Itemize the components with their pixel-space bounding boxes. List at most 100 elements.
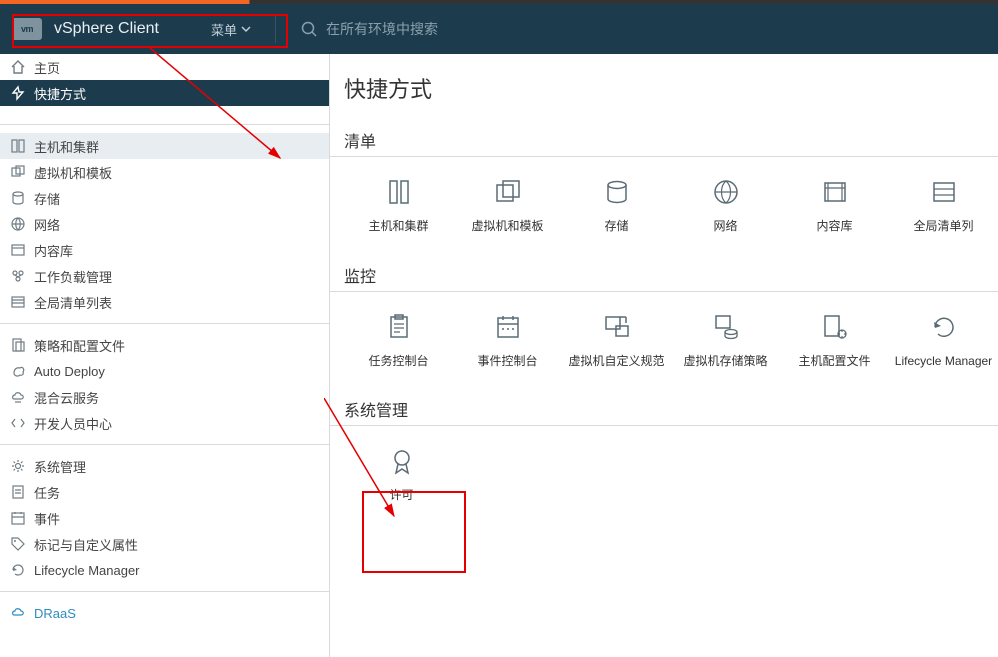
sidebar-item-hybrid[interactable]: 混合云服务 [0,384,329,410]
sidebar-item-vms[interactable]: 虚拟机和模板 [0,159,329,185]
sidebar-item-sysadmin[interactable]: 系统管理 [0,453,329,479]
sidebar-label: 混合云服务 [34,388,99,407]
search-area[interactable]: 在所有环境中搜索 [300,19,438,39]
tile-label: 虚拟机和模板 [471,219,543,235]
sidebar-item-draas[interactable]: DRaaS [0,600,329,626]
contentlib-icon [10,242,26,258]
sidebar-item-policies[interactable]: 策略和配置文件 [0,332,329,358]
main-content: 快捷方式 清单 主机和集群 虚拟机和模板 存储 网络 内容库 [330,54,998,657]
tile-label: 全局清单列 [913,219,973,235]
sidebar-label: Auto Deploy [34,364,105,379]
sidebar-item-network[interactable]: 网络 [0,211,329,237]
sidebar-item-contentlib[interactable]: 内容库 [0,237,329,263]
sidebar-item-lifecycle[interactable]: Lifecycle Manager [0,557,329,583]
tile-label: 主机配置文件 [798,354,870,370]
menu-label: 菜单 [211,20,237,39]
sidebar-label: 系统管理 [34,457,86,476]
tile-lifecycle[interactable]: Lifecycle Manager [889,310,998,370]
tile-taskconsole[interactable]: 任务控制台 [344,310,453,370]
draas-icon [10,605,26,621]
tile-storage[interactable]: 存储 [562,175,671,235]
sidebar-item-autodeploy[interactable]: Auto Deploy [0,358,329,384]
vms-icon [10,164,26,180]
vms-icon [491,175,525,209]
sidebar-item-hosts[interactable]: 主机和集群 [0,133,329,159]
sidebar-label: 全局清单列表 [34,293,112,312]
tag-icon [10,536,26,552]
workload-icon [10,268,26,284]
search-icon [300,20,318,38]
sidebar-item-storage[interactable]: 存储 [0,185,329,211]
sidebar-label: 事件 [34,509,60,528]
policies-icon [10,337,26,353]
tile-label: Lifecycle Manager [895,354,992,370]
sidebar-label: 快捷方式 [34,84,86,103]
tile-hosts[interactable]: 主机和集群 [344,175,453,235]
gear-icon [10,458,26,474]
sidebar-label: 网络 [34,215,60,234]
tile-label: 事件控制台 [477,354,537,370]
sidebar-item-events[interactable]: 事件 [0,505,329,531]
section-inventory: 清单 [330,122,998,157]
sidebar-label: 工作负载管理 [34,267,112,286]
autodeploy-icon [10,363,26,379]
brand-area[interactable]: vm vSphere Client [0,4,171,54]
section-monitor: 监控 [330,257,998,292]
hosts-icon [10,138,26,154]
sidebar-label: 开发人员中心 [34,414,112,433]
clipboard-icon [382,310,416,344]
tile-label: 虚拟机自定义规范 [568,354,664,370]
app-title: vSphere Client [54,20,159,38]
sidebar-label: 虚拟机和模板 [34,163,112,182]
hybrid-icon [10,389,26,405]
tile-vmcustom[interactable]: 虚拟机自定义规范 [562,310,671,370]
sidebar-item-workload[interactable]: 工作负载管理 [0,263,329,289]
tile-globallists[interactable]: 全局清单列 [889,175,998,235]
sidebar-label: DRaaS [34,606,76,621]
menu-dropdown[interactable]: 菜单 [211,20,251,39]
license-icon [385,444,419,478]
tile-contentlib[interactable]: 内容库 [780,175,889,235]
tile-vms[interactable]: 虚拟机和模板 [453,175,562,235]
tile-label: 许可 [389,488,413,504]
sidebar-label: 任务 [34,483,60,502]
sidebar-item-tasks[interactable]: 任务 [0,479,329,505]
inventory-tiles: 主机和集群 虚拟机和模板 存储 网络 内容库 全局清单列 [330,157,998,257]
code-icon [10,415,26,431]
calendar-icon [491,310,525,344]
lifecycle-icon [10,562,26,578]
tile-label: 存储 [604,219,628,235]
header: vm vSphere Client 菜单 在所有环境中搜索 [0,4,998,54]
page-title: 快捷方式 [330,54,998,122]
sidebar-label: 主机和集群 [34,137,99,156]
sidebar-label: 策略和配置文件 [34,336,125,355]
sidebar-item-globallists[interactable]: 全局清单列表 [0,289,329,315]
tile-label: 主机和集群 [368,219,428,235]
sidebar-item-tags[interactable]: 标记与自定义属性 [0,531,329,557]
sidebar-item-devcenter[interactable]: 开发人员中心 [0,410,329,436]
tile-eventconsole[interactable]: 事件控制台 [453,310,562,370]
sidebar-label: 标记与自定义属性 [34,535,138,554]
tile-label: 网络 [713,219,737,235]
tile-vmstorage[interactable]: 虚拟机存储策略 [671,310,780,370]
sidebar: 主页 快捷方式 主机和集群 虚拟机和模板 存储 网络 内容库 [0,54,330,657]
sidebar-label: 存储 [34,189,60,208]
tile-label: 任务控制台 [368,354,428,370]
tile-license[interactable]: 许可 [344,444,459,504]
sidebar-item-shortcuts[interactable]: 快捷方式 [0,80,329,106]
tasks-icon [10,484,26,500]
header-divider [275,15,276,43]
storage-icon [600,175,634,209]
sidebar-label: 内容库 [34,241,73,260]
vmware-logo: vm [12,18,42,40]
search-placeholder: 在所有环境中搜索 [326,19,438,39]
tile-network[interactable]: 网络 [671,175,780,235]
home-icon [10,59,26,75]
sidebar-item-home[interactable]: 主页 [0,54,329,80]
tile-hostprofile[interactable]: 主机配置文件 [780,310,889,370]
section-admin: 系统管理 [330,391,998,426]
admin-tiles: 许可 [330,426,998,526]
sidebar-label: Lifecycle Manager [34,563,140,578]
globallists-icon [10,294,26,310]
vmcustom-icon [600,310,634,344]
